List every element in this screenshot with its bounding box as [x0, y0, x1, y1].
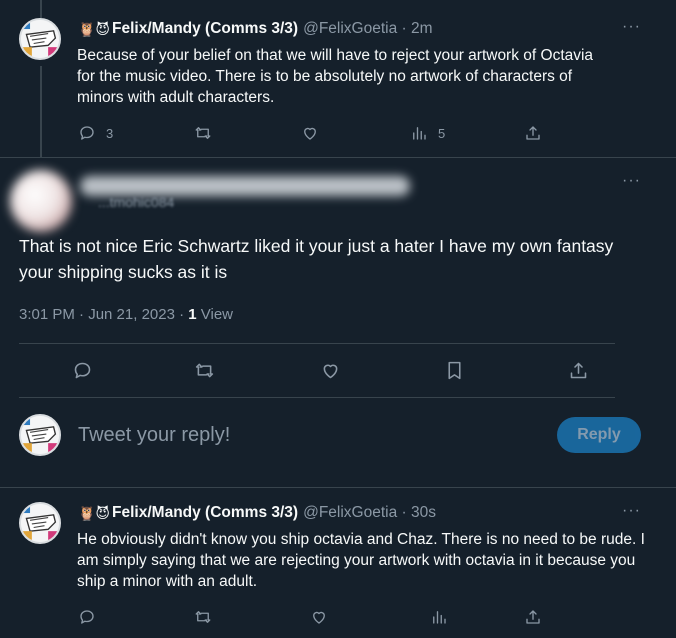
retweet-icon	[195, 363, 214, 378]
share-icon	[570, 362, 587, 379]
tweet-timestamp: 3:01 PM · Jun 21, 2023 · 1 View	[19, 306, 233, 323]
thread-line-top	[40, 0, 42, 18]
more-options-button[interactable]: ···	[622, 172, 641, 190]
divider	[0, 157, 676, 158]
handle-time[interactable]: @FelixGoetia · 2m	[303, 20, 432, 38]
reply-button[interactable]	[78, 608, 96, 626]
retweet-icon	[195, 127, 211, 139]
views-icon	[433, 611, 446, 624]
reply-submit-button[interactable]: Reply	[557, 417, 641, 453]
thread-line	[40, 66, 42, 158]
reply-button[interactable]: 3	[78, 124, 113, 142]
tweet1-header: 🦉😈 Felix/Mandy (Comms 3/3) @FelixGoetia …	[78, 20, 433, 38]
like-button[interactable]	[320, 360, 341, 381]
reply-input[interactable]: Tweet your reply!	[78, 424, 230, 447]
reply-icon	[80, 126, 94, 140]
avatar[interactable]	[19, 18, 61, 60]
tweet2-header: 🦉😈 Felix/Mandy (Comms 3/3) @FelixGoetia …	[78, 504, 436, 522]
divider	[19, 343, 615, 344]
reply-button[interactable]	[72, 360, 93, 381]
display-name[interactable]: Felix/Mandy (Comms 3/3)	[112, 504, 298, 522]
more-options-button[interactable]: ···	[622, 502, 641, 520]
more-options-button[interactable]: ···	[622, 18, 641, 36]
views-count: 5	[438, 125, 446, 141]
owl-devil-emoji: 🦉😈	[78, 504, 111, 521]
tweet2-text: He obviously didn't know you ship octavi…	[77, 531, 645, 590]
share-button[interactable]	[568, 360, 589, 381]
timestamp[interactable]: 3:01 PM · Jun 21, 2023 ·	[19, 306, 188, 323]
views-button[interactable]	[430, 608, 448, 626]
reply-icon	[74, 362, 91, 379]
handle-time[interactable]: @FelixGoetia · 30s	[303, 504, 436, 522]
owl-devil-emoji: 🦉😈	[78, 20, 111, 37]
retweet-button[interactable]	[194, 360, 215, 381]
like-icon	[323, 364, 338, 379]
composer-avatar[interactable]	[19, 414, 61, 456]
divider	[19, 397, 615, 398]
avatar-blurred[interactable]	[10, 170, 72, 232]
views-button[interactable]: 5	[410, 124, 445, 142]
share-icon	[526, 610, 540, 624]
like-button[interactable]	[301, 124, 319, 142]
main-tweet-text: That is not nice Eric Schwartz liked it …	[19, 236, 614, 282]
retweet-icon	[195, 611, 211, 623]
share-button[interactable]	[524, 608, 542, 626]
bookmark-icon	[448, 361, 461, 380]
share-button[interactable]	[524, 124, 542, 142]
tweet1-text: Because of your belief on that we will h…	[77, 47, 594, 106]
views-label: View	[196, 306, 234, 323]
share-icon	[526, 126, 540, 140]
like-button[interactable]	[310, 608, 328, 626]
views-count: 1	[188, 306, 197, 323]
views-icon	[413, 127, 426, 140]
avatar[interactable]	[19, 502, 61, 544]
divider	[0, 487, 676, 488]
handle-partial: ...tmohic084	[98, 194, 175, 210]
like-icon	[304, 127, 316, 140]
like-icon	[313, 611, 325, 624]
retweet-button[interactable]	[194, 608, 212, 626]
display-name[interactable]: Felix/Mandy (Comms 3/3)	[112, 20, 298, 38]
bookmark-button[interactable]	[444, 360, 465, 381]
reply-icon	[80, 610, 94, 624]
display-name-blurred	[80, 176, 410, 196]
retweet-button[interactable]	[194, 124, 212, 142]
reply-count: 3	[106, 125, 114, 141]
